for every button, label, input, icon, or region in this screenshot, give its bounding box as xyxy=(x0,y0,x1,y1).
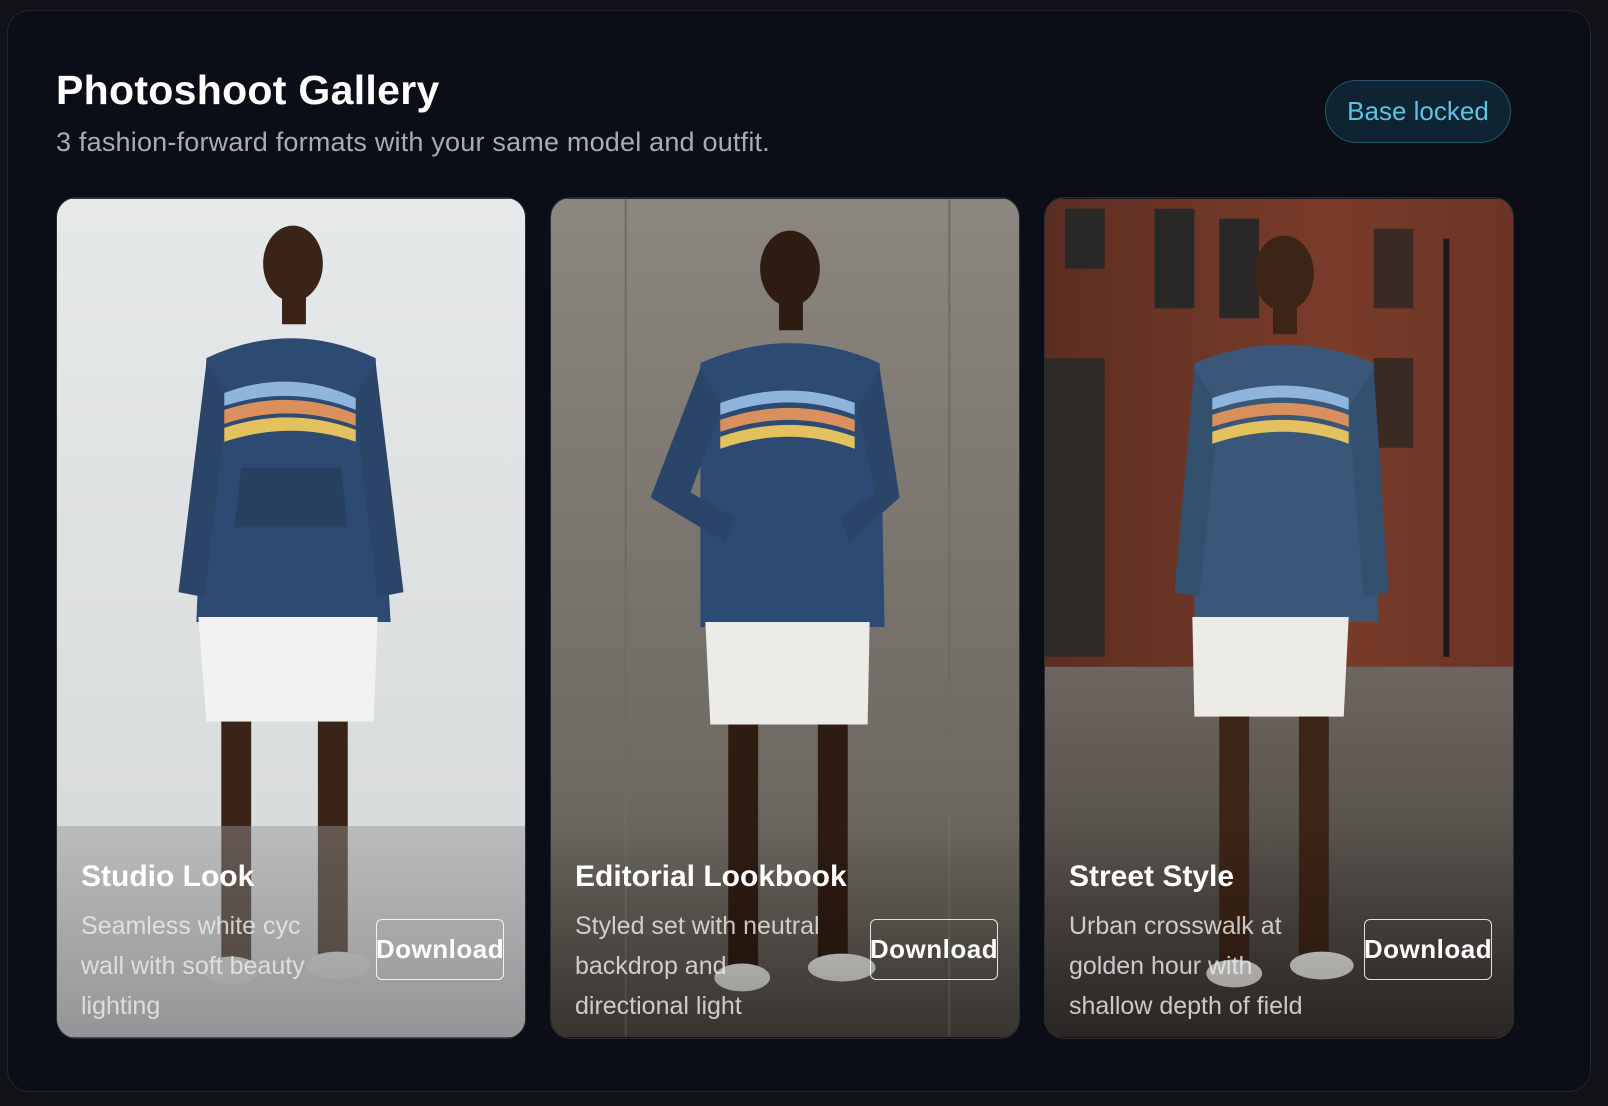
card-street-style[interactable]: Street Style Urban crosswalk at golden h… xyxy=(1044,197,1514,1039)
card-editorial-lookbook[interactable]: Editorial Lookbook Styled set with neutr… xyxy=(550,197,1020,1039)
card-title: Editorial Lookbook xyxy=(575,860,847,893)
download-button[interactable]: Download xyxy=(870,919,998,980)
card-title: Street Style xyxy=(1069,860,1235,893)
gallery-panel: Photoshoot Gallery 3 fashion-forward for… xyxy=(7,10,1591,1092)
card-studio-look[interactable]: Studio Look Seamless white cyc wall with… xyxy=(56,197,526,1039)
gallery-title: Photoshoot Gallery xyxy=(56,67,440,113)
card-title: Studio Look xyxy=(81,860,255,893)
base-locked-badge[interactable]: Base locked xyxy=(1325,80,1511,143)
download-button[interactable]: Download xyxy=(1364,919,1492,980)
download-button[interactable]: Download xyxy=(376,919,504,980)
gallery-subtitle: 3 fashion-forward formats with your same… xyxy=(56,127,770,157)
card-description: Seamless white cyc wall with soft beauty… xyxy=(81,912,305,1020)
card-description: Styled set with neutral backdrop and dir… xyxy=(575,912,820,1020)
card-description: Urban crosswalk at golden hour with shal… xyxy=(1069,912,1303,1020)
